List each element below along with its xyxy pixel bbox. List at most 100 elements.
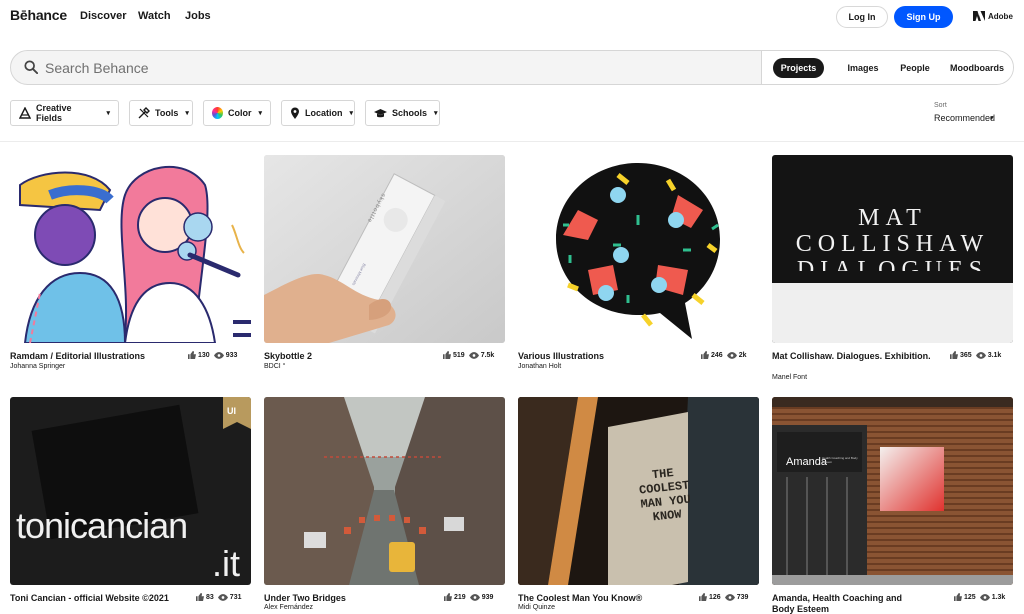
views-count: 7.5k	[480, 351, 495, 359]
project-title[interactable]: Mat Collishaw. Dialogues. Exhibition.	[772, 351, 932, 362]
creative-fields-icon	[19, 107, 31, 119]
project-owner[interactable]: Alex Fernández	[264, 604, 313, 611]
project-thumbnail[interactable]	[264, 397, 505, 585]
top-nav: Bēhance Discover Watch Jobs Log In Sign …	[0, 0, 1024, 34]
likes-stat: 519	[443, 351, 465, 359]
project-stats: 125 1.3k	[954, 593, 1005, 601]
project-thumbnail[interactable]	[10, 155, 251, 343]
project-stats: 126 739	[699, 593, 748, 601]
sign-text: THE COOLEST MAN YOU KNOW	[638, 466, 692, 525]
project-card[interactable]: Amanda Health Coaching and Body Esteem A…	[772, 397, 1013, 614]
project-thumbnail[interactable]: MAT COLLISHAW DIALOGUES	[772, 155, 1013, 343]
project-thumbnail[interactable]: THE COOLEST MAN YOU KNOW	[518, 397, 759, 585]
filter-label: Location	[305, 108, 343, 118]
thumbs-up-icon	[954, 593, 962, 601]
likes-stat: 125	[954, 593, 976, 601]
views-count: 1.3k	[991, 593, 1006, 601]
chevron-down-icon: ▾	[349, 110, 354, 117]
project-thumbnail[interactable]: Amanda Health Coaching and Body Esteem	[772, 397, 1013, 585]
likes-count: 246	[711, 351, 723, 359]
likes-count: 365	[960, 351, 972, 359]
chevron-down-icon[interactable]: ▾	[990, 114, 994, 122]
eye-icon	[468, 351, 479, 359]
eye-icon	[469, 593, 480, 601]
storefront-photo-image	[772, 397, 1013, 585]
bottle-photo-image	[264, 155, 505, 343]
views-count: 731	[229, 593, 242, 601]
project-owner[interactable]: Johanna Springer	[10, 363, 65, 370]
thumbs-up-icon	[699, 593, 707, 601]
project-title[interactable]: The Coolest Man You Know®	[518, 593, 688, 604]
poster-title: MAT COLLISHAW DIALOGUES	[772, 205, 1013, 271]
likes-stat: 246	[701, 351, 723, 359]
filter-creative-fields[interactable]: Creative Fields ▾	[10, 100, 119, 126]
filter-tools[interactable]: Tools ▾	[129, 100, 193, 126]
nav-jobs[interactable]: Jobs	[185, 10, 211, 22]
project-owner[interactable]: Midi Quinze	[518, 604, 555, 611]
scope-images[interactable]: Images	[840, 58, 886, 78]
filter-location[interactable]: Location ▾	[281, 100, 355, 126]
project-thumbnail[interactable]: skybottle Blue Minerals	[264, 155, 505, 343]
likes-count: 519	[453, 351, 465, 359]
thumbs-up-icon	[196, 593, 204, 601]
views-stat: 739	[724, 593, 749, 601]
project-owner[interactable]: Jonathan Holt	[518, 363, 561, 370]
chevron-down-icon: ▾	[258, 110, 262, 117]
divider	[0, 141, 1024, 142]
project-title[interactable]: Under Two Bridges	[264, 593, 434, 604]
sort-dropdown[interactable]: Recommended	[934, 113, 995, 123]
search-input[interactable]	[45, 56, 745, 80]
project-card[interactable]: UI tonicancian .it Toni Cancian - offici…	[10, 397, 251, 614]
project-card[interactable]: Under Two Bridges Alex Fernández 219 939	[264, 397, 505, 614]
eye-icon	[726, 351, 737, 359]
project-stats: 219 939	[444, 593, 493, 601]
project-card[interactable]: THE COOLEST MAN YOU KNOW The Coolest Man…	[518, 397, 759, 614]
project-thumbnail[interactable]	[518, 155, 759, 343]
project-card[interactable]: Various Illustrations Jonathan Holt 246 …	[518, 155, 759, 375]
project-owner[interactable]: BDCI °	[264, 363, 285, 370]
adobe-link[interactable]: Adobe	[973, 11, 1013, 21]
behance-logo[interactable]: Bēhance	[10, 7, 67, 23]
nav-watch[interactable]: Watch	[138, 10, 171, 22]
project-owner[interactable]: Manel Font	[772, 374, 807, 381]
scope-moodboards[interactable]: Moodboards	[946, 58, 1008, 78]
project-title[interactable]: Amanda, Health Coaching and Body Esteem	[772, 593, 922, 614]
poster-line: DIALOGUES	[796, 257, 989, 271]
project-title[interactable]: Skybottle 2	[264, 351, 434, 362]
signup-button[interactable]: Sign Up	[894, 6, 953, 28]
project-title[interactable]: Ramdam / Editorial Illustrations	[10, 351, 180, 362]
likes-stat: 219	[444, 593, 466, 601]
project-title[interactable]: Various Illustrations	[518, 351, 688, 362]
likes-count: 125	[964, 593, 976, 601]
chevron-down-icon: ▾	[185, 110, 189, 117]
scope-people[interactable]: People	[893, 58, 937, 78]
views-count: 3.1k	[987, 351, 1002, 359]
filter-schools[interactable]: Schools ▾	[365, 100, 440, 126]
project-title[interactable]: Toni Cancian - official Website ©2021	[10, 593, 170, 604]
views-stat: 2k	[726, 351, 746, 359]
eye-icon	[217, 593, 228, 601]
chevron-down-icon: ▾	[434, 110, 438, 117]
views-count: 739	[736, 593, 749, 601]
project-card[interactable]: MAT COLLISHAW DIALOGUES Mat Collishaw. D…	[772, 155, 1013, 385]
street-photo-image	[264, 397, 505, 585]
likes-count: 219	[454, 593, 466, 601]
thumbs-up-icon	[188, 351, 196, 359]
login-button[interactable]: Log In	[836, 6, 888, 28]
project-card[interactable]: skybottle Blue Minerals Skybottle 2 BDCI…	[264, 155, 505, 375]
search-field-wrapper	[11, 51, 761, 84]
project-thumbnail[interactable]: UI tonicancian .it	[10, 397, 251, 585]
graduation-cap-icon	[374, 108, 387, 117]
views-stat: 1.3k	[979, 593, 1006, 601]
filter-color[interactable]: Color ▾	[203, 100, 271, 126]
project-stats: 519 7.5k	[443, 351, 494, 359]
poster-line: MAT	[858, 205, 927, 231]
project-card[interactable]: Ramdam / Editorial Illustrations Johanna…	[10, 155, 251, 375]
views-stat: 933	[213, 352, 237, 359]
eye-icon	[975, 351, 986, 359]
nav-discover[interactable]: Discover	[80, 10, 126, 22]
speech-bubble-illustration	[518, 155, 759, 343]
thumbs-up-icon	[443, 351, 451, 359]
store-sign-sub: Health Coaching and Body Esteem	[822, 456, 858, 464]
scope-projects[interactable]: Projects	[773, 58, 824, 78]
